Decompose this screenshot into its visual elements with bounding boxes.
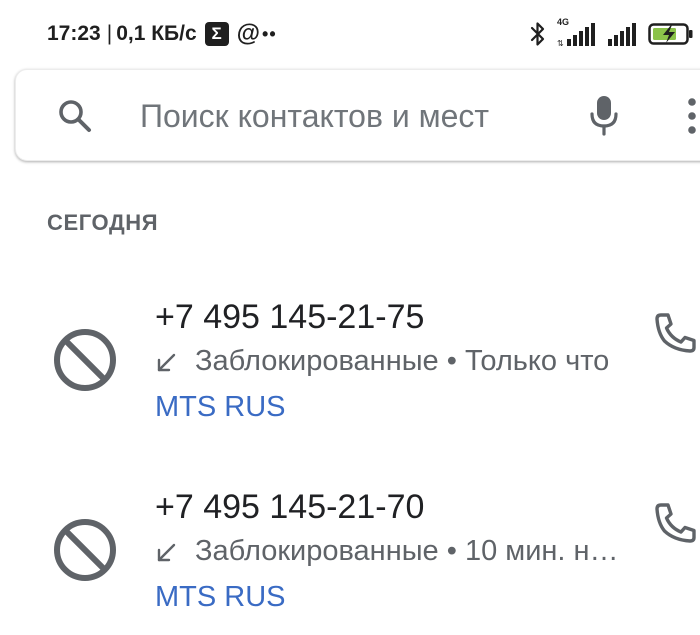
- call-details: Заблокированные • 10 мин. назад: [155, 535, 630, 568]
- incoming-call-icon: [157, 543, 176, 561]
- block-icon: [54, 519, 116, 581]
- status-left: 17:23 | 0,1 КБ/с Σ @ ••: [47, 20, 277, 48]
- block-icon: [54, 329, 116, 391]
- caller-number: +7 495 145-21-75: [155, 298, 425, 336]
- call-log-screen: 17:23 | 0,1 КБ/с Σ @ •• 4G ⇅ Поиск конта…: [0, 0, 700, 635]
- bluetooth-icon: [530, 22, 545, 46]
- mobile-signal-1: 4G ⇅: [556, 17, 596, 48]
- signal-icon: ⇅: [557, 23, 595, 48]
- search-bar[interactable]: Поиск контактов и мест: [15, 69, 700, 161]
- more-notifications-icon: ••: [262, 23, 277, 44]
- incoming-call-icon: [157, 353, 176, 371]
- mic-icon[interactable]: [588, 94, 620, 138]
- call-details-text: Заблокированные • 10 мин. назад: [195, 535, 630, 567]
- call-log-item[interactable]: +7 495 145-21-75 Заблокированные • Тольк…: [0, 298, 700, 448]
- search-input[interactable]: Поиск контактов и мест: [140, 98, 489, 135]
- call-log-item[interactable]: +7 495 145-21-70 Заблокированные • 10 ми…: [0, 488, 700, 635]
- status-separator: |: [106, 22, 113, 45]
- status-time: 17:23: [47, 22, 101, 45]
- status-right: 4G ⇅: [520, 17, 694, 50]
- search-icon[interactable]: [56, 97, 94, 135]
- sim-label: MTS RUS: [155, 391, 286, 423]
- svg-text:⇅: ⇅: [557, 39, 564, 48]
- phone-icon[interactable]: [650, 498, 700, 548]
- call-details: Заблокированные • Только что: [155, 345, 630, 378]
- more-vert-icon[interactable]: [684, 96, 700, 136]
- sim-label: MTS RUS: [155, 581, 286, 613]
- caller-number: +7 495 145-21-70: [155, 488, 425, 526]
- sigma-notification-icon: Σ: [204, 22, 229, 46]
- data-speed: 0,1 КБ/с: [116, 22, 197, 45]
- signal-icon: [608, 23, 636, 46]
- phone-icon[interactable]: [650, 308, 700, 358]
- section-header-today: СЕГОДНЯ: [47, 210, 159, 235]
- call-details-text: Заблокированные • Только что: [195, 345, 610, 377]
- status-bar: 17:23 | 0,1 КБ/с Σ @ •• 4G ⇅: [0, 0, 700, 66]
- at-notification-icon: @: [236, 20, 261, 47]
- battery-charging-icon: [648, 23, 693, 45]
